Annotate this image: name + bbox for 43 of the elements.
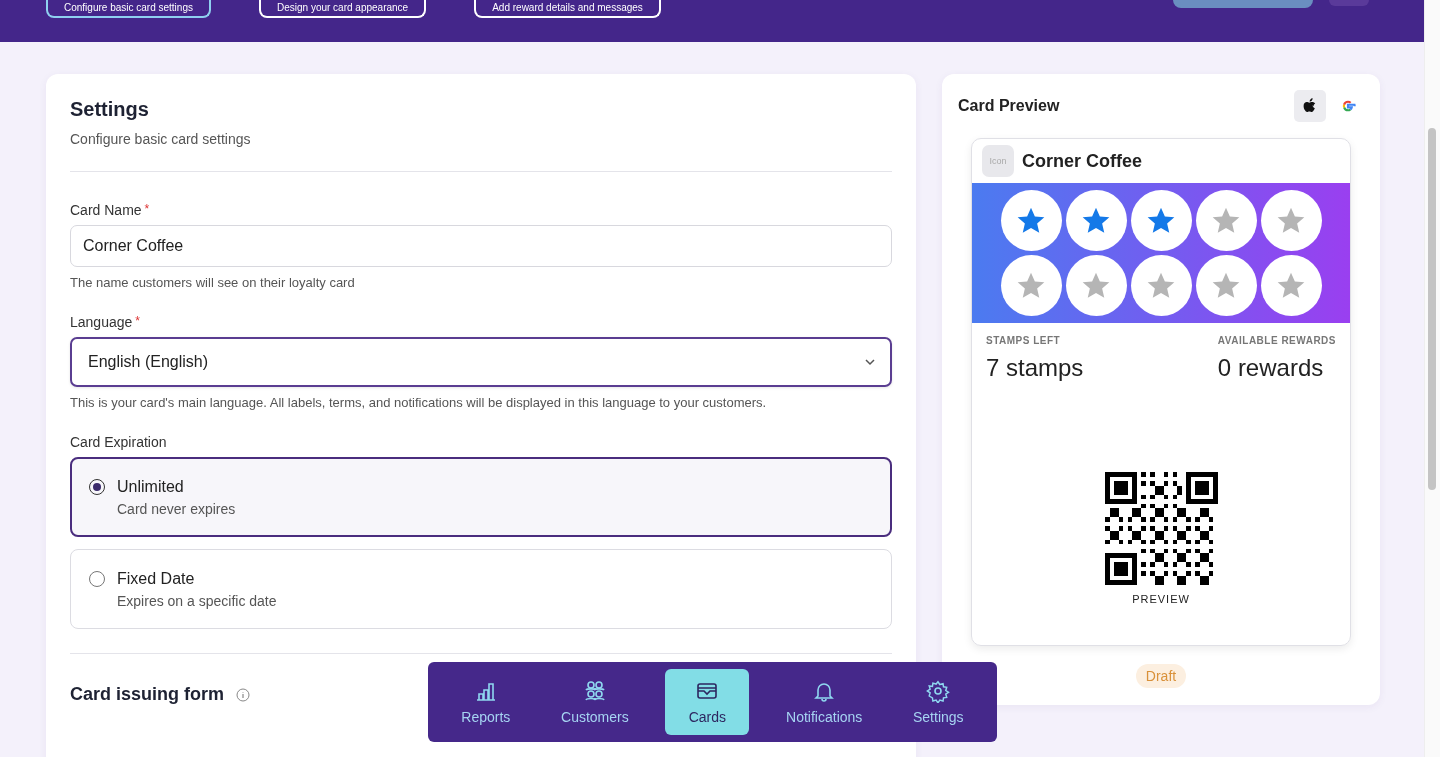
card-name-field[interactable]: Corner Coffee xyxy=(70,225,892,267)
card-name: Corner Coffee xyxy=(1022,150,1142,172)
field-label: Language xyxy=(70,314,133,330)
help-text: The name customers will see on their loyalty card xyxy=(70,275,356,290)
section-title: Settings xyxy=(70,98,150,121)
expiration-option[interactable]: Unlimited Card never expires xyxy=(70,457,892,537)
section-title: Card issuing form xyxy=(70,684,225,705)
option-description: Card never expires xyxy=(117,501,236,517)
field-label: STAMPS LEFT xyxy=(986,335,1062,346)
field-label: Card Expiration xyxy=(70,434,167,450)
chevron-down-icon xyxy=(864,358,876,366)
customers-nav-item[interactable]: Customers xyxy=(547,669,643,735)
step-tab[interactable]: Add reward details and messages xyxy=(474,0,661,18)
language-dropdown[interactable]: English (English) xyxy=(70,337,892,387)
option-title: Fixed Date xyxy=(117,570,196,588)
panel-title: Card Preview xyxy=(958,97,1060,115)
settings-nav-item[interactable]: Settings xyxy=(899,669,978,735)
info-icon[interactable] xyxy=(236,687,251,702)
option-description: Expires on a specific date xyxy=(117,593,277,609)
scrollbar[interactable] xyxy=(1424,0,1440,757)
header-button[interactable] xyxy=(1173,0,1313,8)
settings-icon xyxy=(926,679,951,703)
help-text: This is your card's main language. All labels, terms, and notifications will be displayed in this language to your customers. xyxy=(70,395,768,410)
section-subtitle: Configure basic card settings xyxy=(70,131,252,147)
status-badge: Draft xyxy=(1135,664,1187,688)
step-tab[interactable]: Design your card appearance xyxy=(258,0,427,18)
field-value: 7 stamps xyxy=(986,354,1084,382)
apple-logo-icon xyxy=(1302,97,1318,115)
app-icon-tile: Icon xyxy=(982,145,1014,177)
required-mark: * xyxy=(144,202,150,218)
apple-icon-button[interactable] xyxy=(1294,90,1326,122)
step-tab[interactable]: Configure basic card settings xyxy=(46,0,211,18)
option-title: Unlimited xyxy=(117,478,185,496)
expiration-option[interactable]: Fixed Date Expires on a specific date xyxy=(70,549,892,629)
cards-nav-item[interactable]: Cards xyxy=(665,669,750,735)
field-label: AVAILABLE REWARDS xyxy=(1217,335,1336,346)
reports-nav-item[interactable]: Reports xyxy=(447,669,525,735)
field-value: 0 rewards xyxy=(1217,354,1325,382)
field-label: Card Name xyxy=(70,202,142,218)
notifications-nav-item[interactable]: Notifications xyxy=(772,669,877,735)
people-icon xyxy=(582,679,607,703)
qr-caption: PREVIEW xyxy=(1132,593,1190,605)
required-mark: * xyxy=(135,314,140,330)
